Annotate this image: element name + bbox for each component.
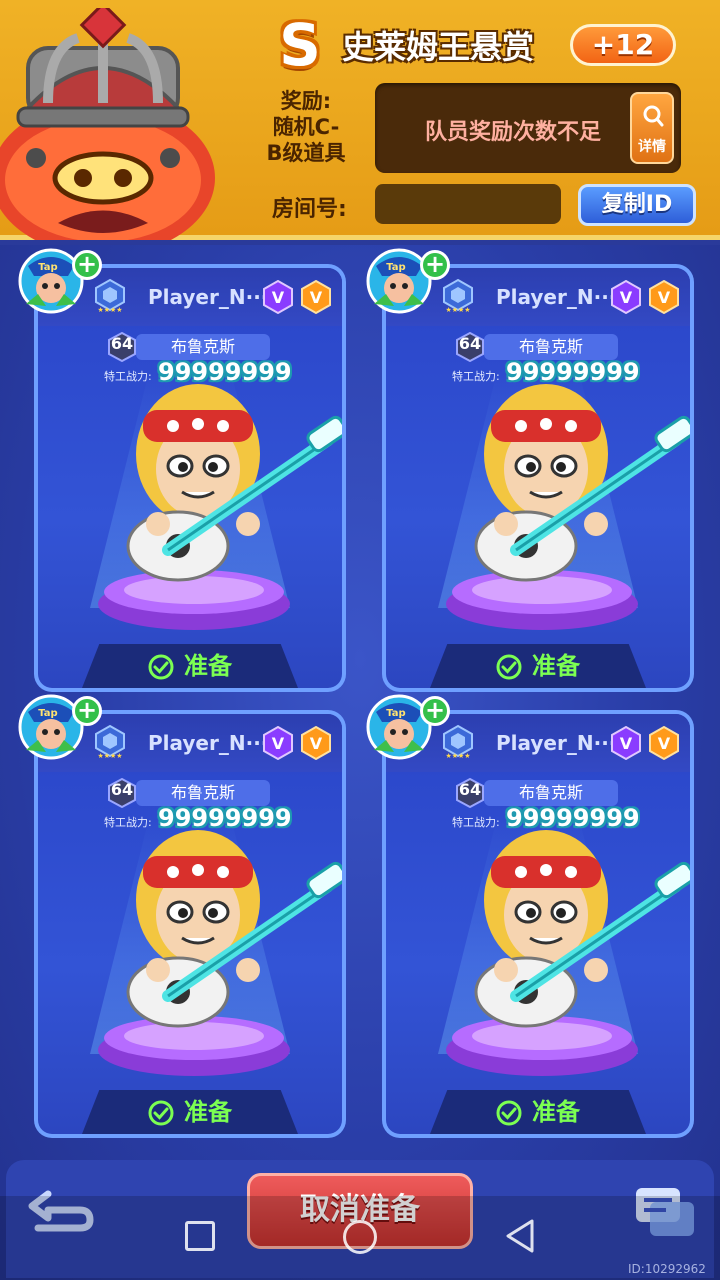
hero-name: 布鲁克斯 [484, 334, 618, 360]
ready-label: 准备 [532, 1098, 580, 1126]
reward-message: 队员奖励次数不足 [424, 120, 601, 145]
vip-gold-icon: V [301, 280, 331, 314]
vip-gold-icon: V [649, 280, 679, 314]
svg-text:★★★★: ★★★★ [97, 752, 122, 760]
player-card[interactable]: Player_N··· V V 64 布鲁克斯 特工战力: 99999999 准… [366, 248, 694, 692]
vip-purple-icon: V [263, 280, 293, 314]
rank-badge-icon: ★★★★ [443, 724, 473, 760]
svg-text:V: V [658, 734, 671, 753]
hero-bass-guitarist-icon [474, 830, 690, 1028]
hero-name: 布鲁克斯 [136, 334, 270, 360]
vip-purple-icon: V [611, 726, 641, 760]
hero-level: 64 [110, 780, 134, 799]
hero-level: 64 [110, 334, 134, 353]
detail-button[interactable]: 详情 [630, 92, 674, 164]
svg-text:Tap: Tap [386, 262, 405, 273]
hero-bass-guitarist-icon [126, 384, 342, 582]
player-card[interactable]: Player_N··· V V 64 布鲁克斯 特工战力: 99999999 准… [18, 248, 346, 692]
player-card-body: Player_N··· V V 64 布鲁克斯 特工战力: 99999999 准… [38, 714, 342, 1134]
svg-text:Tap: Tap [386, 708, 405, 719]
check-circle-icon [148, 1100, 174, 1126]
player-card[interactable]: Player_N··· V V 64 布鲁克斯 特工战力: 99999999 准… [18, 694, 346, 1138]
svg-text:Tap: Tap [38, 262, 57, 273]
ready-status-bar: 准备 [82, 1090, 298, 1134]
recent-apps-button[interactable] [185, 1221, 215, 1251]
player-name: Player_N··· [148, 731, 269, 755]
svg-text:V: V [658, 288, 671, 307]
rank-badge-icon: ★★★★ [95, 724, 125, 760]
hero-bass-guitarist-icon [474, 384, 690, 582]
ready-status-bar: 准备 [430, 644, 646, 688]
user-id-label: ID:10292962 [628, 1262, 706, 1276]
svg-text:V: V [272, 288, 285, 307]
add-player-button[interactable]: + [72, 250, 102, 280]
svg-text:V: V [620, 734, 633, 753]
player-card-body: Player_N··· V V 64 布鲁克斯 特工战力: 99999999 准… [38, 268, 342, 688]
hero-level: 64 [458, 334, 482, 353]
player-name: Player_N··· [496, 731, 617, 755]
grade-s-badge: S [279, 11, 321, 79]
rank-badge-icon: ★★★★ [443, 278, 473, 314]
player-card-body: Player_N··· V V 64 布鲁克斯 特工战力: 99999999 准… [386, 268, 690, 688]
vip-gold-icon: V [301, 726, 331, 760]
detail-label: 详情 [638, 139, 666, 155]
ready-label: 准备 [532, 652, 580, 680]
svg-text:Tap: Tap [38, 708, 57, 719]
player-name: Player_N··· [496, 285, 617, 309]
add-player-button[interactable]: + [420, 696, 450, 726]
player-card[interactable]: Player_N··· V V 64 布鲁克斯 特工战力: 99999999 准… [366, 694, 694, 1138]
svg-text:★★★★: ★★★★ [97, 306, 122, 314]
hero-level: 64 [458, 780, 482, 799]
vip-purple-icon: V [611, 280, 641, 314]
ready-label: 准备 [184, 1098, 232, 1126]
hero-bass-guitarist-icon [126, 830, 342, 1028]
bounty-title: 史莱姆王悬赏 [342, 28, 535, 66]
copy-id-button[interactable]: 复制ID [578, 184, 696, 226]
vip-purple-icon: V [263, 726, 293, 760]
bonus-badge: +12 [570, 24, 676, 66]
add-player-button[interactable]: + [420, 250, 450, 280]
check-circle-icon [496, 654, 522, 680]
hero-name: 布鲁克斯 [484, 780, 618, 806]
player-name: Player_N··· [148, 285, 269, 309]
ready-status-bar: 准备 [82, 644, 298, 688]
search-icon [643, 105, 664, 127]
ready-status-bar: 准备 [430, 1090, 646, 1134]
add-player-button[interactable]: + [72, 696, 102, 726]
check-circle-icon [148, 654, 174, 680]
svg-text:V: V [310, 734, 323, 753]
slime-king-boss-icon [0, 8, 215, 240]
svg-text:★★★★: ★★★★ [445, 306, 470, 314]
svg-text:V: V [620, 288, 633, 307]
check-circle-icon [496, 1100, 522, 1126]
rank-badge-icon: ★★★★ [95, 278, 125, 314]
room-id-field [375, 184, 561, 224]
svg-text:V: V [310, 288, 323, 307]
header-panel: S 史莱姆王悬赏 +12 奖励: 随机C- B级道具 队员奖励次数不足 详情 房… [0, 0, 720, 240]
room-label: 房间号: [272, 197, 347, 222]
vip-gold-icon: V [649, 726, 679, 760]
nav-back-icon[interactable] [504, 1218, 536, 1254]
ready-label: 准备 [184, 652, 232, 680]
hero-name: 布鲁克斯 [136, 780, 270, 806]
svg-text:V: V [272, 734, 285, 753]
svg-text:★★★★: ★★★★ [445, 752, 470, 760]
reward-label: 奖励: 随机C- B级道具 [266, 89, 346, 165]
home-button[interactable] [343, 1220, 377, 1254]
player-card-body: Player_N··· V V 64 布鲁克斯 特工战力: 99999999 准… [386, 714, 690, 1134]
